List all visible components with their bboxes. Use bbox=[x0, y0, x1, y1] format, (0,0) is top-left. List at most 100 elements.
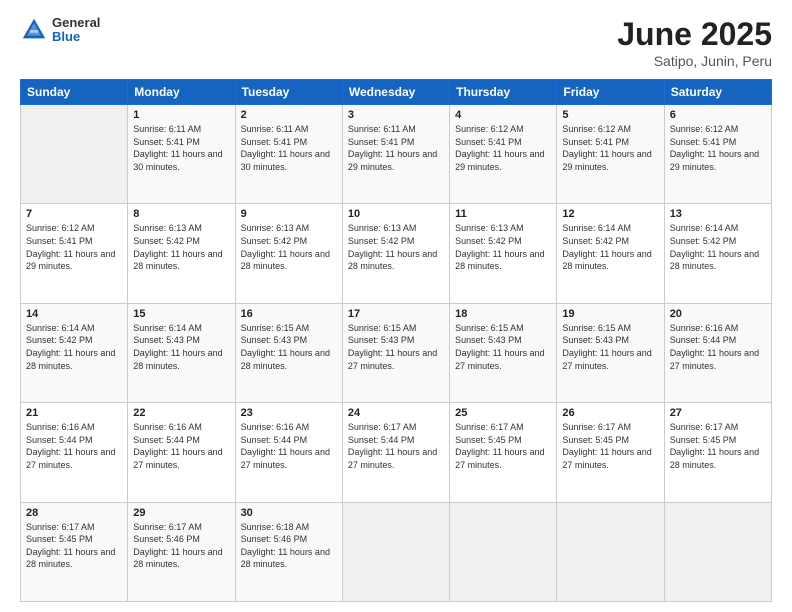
calendar-cell: 3 Sunrise: 6:11 AMSunset: 5:41 PMDayligh… bbox=[342, 105, 449, 204]
calendar-cell bbox=[664, 502, 771, 601]
logo: General Blue bbox=[20, 16, 100, 45]
day-number: 27 bbox=[670, 407, 766, 419]
day-info: Sunrise: 6:15 AMSunset: 5:43 PMDaylight:… bbox=[241, 322, 337, 372]
calendar-cell: 1 Sunrise: 6:11 AMSunset: 5:41 PMDayligh… bbox=[128, 105, 235, 204]
calendar-cell: 23 Sunrise: 6:16 AMSunset: 5:44 PMDaylig… bbox=[235, 403, 342, 502]
day-info: Sunrise: 6:17 AMSunset: 5:45 PMDaylight:… bbox=[562, 421, 658, 471]
calendar-cell: 10 Sunrise: 6:13 AMSunset: 5:42 PMDaylig… bbox=[342, 204, 449, 303]
day-info: Sunrise: 6:16 AMSunset: 5:44 PMDaylight:… bbox=[241, 421, 337, 471]
day-info: Sunrise: 6:13 AMSunset: 5:42 PMDaylight:… bbox=[455, 222, 551, 272]
calendar-cell: 30 Sunrise: 6:18 AMSunset: 5:46 PMDaylig… bbox=[235, 502, 342, 601]
day-number: 12 bbox=[562, 208, 658, 220]
calendar-cell bbox=[342, 502, 449, 601]
day-info: Sunrise: 6:17 AMSunset: 5:45 PMDaylight:… bbox=[26, 521, 122, 571]
calendar-cell: 18 Sunrise: 6:15 AMSunset: 5:43 PMDaylig… bbox=[450, 303, 557, 402]
calendar-cell: 5 Sunrise: 6:12 AMSunset: 5:41 PMDayligh… bbox=[557, 105, 664, 204]
day-number: 14 bbox=[26, 308, 122, 320]
header-wednesday: Wednesday bbox=[342, 80, 449, 105]
day-info: Sunrise: 6:17 AMSunset: 5:44 PMDaylight:… bbox=[348, 421, 444, 471]
calendar-cell: 2 Sunrise: 6:11 AMSunset: 5:41 PMDayligh… bbox=[235, 105, 342, 204]
calendar-row: 1 Sunrise: 6:11 AMSunset: 5:41 PMDayligh… bbox=[21, 105, 772, 204]
day-number: 26 bbox=[562, 407, 658, 419]
day-number: 4 bbox=[455, 109, 551, 121]
day-info: Sunrise: 6:15 AMSunset: 5:43 PMDaylight:… bbox=[562, 322, 658, 372]
day-info: Sunrise: 6:13 AMSunset: 5:42 PMDaylight:… bbox=[133, 222, 229, 272]
calendar-cell: 11 Sunrise: 6:13 AMSunset: 5:42 PMDaylig… bbox=[450, 204, 557, 303]
weekday-header-row: Sunday Monday Tuesday Wednesday Thursday… bbox=[21, 80, 772, 105]
calendar-row: 14 Sunrise: 6:14 AMSunset: 5:42 PMDaylig… bbox=[21, 303, 772, 402]
calendar-cell: 28 Sunrise: 6:17 AMSunset: 5:45 PMDaylig… bbox=[21, 502, 128, 601]
calendar-cell: 9 Sunrise: 6:13 AMSunset: 5:42 PMDayligh… bbox=[235, 204, 342, 303]
day-number: 15 bbox=[133, 308, 229, 320]
calendar-cell: 4 Sunrise: 6:12 AMSunset: 5:41 PMDayligh… bbox=[450, 105, 557, 204]
day-number: 18 bbox=[455, 308, 551, 320]
day-info: Sunrise: 6:17 AMSunset: 5:46 PMDaylight:… bbox=[133, 521, 229, 571]
calendar-table: Sunday Monday Tuesday Wednesday Thursday… bbox=[20, 79, 772, 602]
day-number: 9 bbox=[241, 208, 337, 220]
day-number: 22 bbox=[133, 407, 229, 419]
calendar-title: June 2025 bbox=[617, 16, 772, 53]
day-number: 10 bbox=[348, 208, 444, 220]
day-info: Sunrise: 6:14 AMSunset: 5:42 PMDaylight:… bbox=[26, 322, 122, 372]
day-info: Sunrise: 6:12 AMSunset: 5:41 PMDaylight:… bbox=[26, 222, 122, 272]
day-info: Sunrise: 6:14 AMSunset: 5:43 PMDaylight:… bbox=[133, 322, 229, 372]
calendar-cell: 26 Sunrise: 6:17 AMSunset: 5:45 PMDaylig… bbox=[557, 403, 664, 502]
day-info: Sunrise: 6:12 AMSunset: 5:41 PMDaylight:… bbox=[562, 123, 658, 173]
calendar-cell: 24 Sunrise: 6:17 AMSunset: 5:44 PMDaylig… bbox=[342, 403, 449, 502]
header: General Blue June 2025 Satipo, Junin, Pe… bbox=[20, 16, 772, 69]
day-number: 7 bbox=[26, 208, 122, 220]
logo-icon bbox=[20, 16, 48, 44]
day-number: 23 bbox=[241, 407, 337, 419]
day-number: 30 bbox=[241, 507, 337, 519]
logo-blue: Blue bbox=[52, 30, 100, 44]
day-number: 19 bbox=[562, 308, 658, 320]
day-number: 20 bbox=[670, 308, 766, 320]
day-number: 25 bbox=[455, 407, 551, 419]
header-friday: Friday bbox=[557, 80, 664, 105]
day-info: Sunrise: 6:16 AMSunset: 5:44 PMDaylight:… bbox=[670, 322, 766, 372]
calendar-row: 21 Sunrise: 6:16 AMSunset: 5:44 PMDaylig… bbox=[21, 403, 772, 502]
day-info: Sunrise: 6:15 AMSunset: 5:43 PMDaylight:… bbox=[348, 322, 444, 372]
calendar-cell: 12 Sunrise: 6:14 AMSunset: 5:42 PMDaylig… bbox=[557, 204, 664, 303]
day-number: 13 bbox=[670, 208, 766, 220]
day-info: Sunrise: 6:12 AMSunset: 5:41 PMDaylight:… bbox=[670, 123, 766, 173]
calendar-cell: 21 Sunrise: 6:16 AMSunset: 5:44 PMDaylig… bbox=[21, 403, 128, 502]
day-info: Sunrise: 6:11 AMSunset: 5:41 PMDaylight:… bbox=[133, 123, 229, 173]
calendar-cell bbox=[557, 502, 664, 601]
header-monday: Monday bbox=[128, 80, 235, 105]
calendar-cell: 8 Sunrise: 6:13 AMSunset: 5:42 PMDayligh… bbox=[128, 204, 235, 303]
day-number: 8 bbox=[133, 208, 229, 220]
day-number: 16 bbox=[241, 308, 337, 320]
day-info: Sunrise: 6:14 AMSunset: 5:42 PMDaylight:… bbox=[562, 222, 658, 272]
logo-text: General Blue bbox=[52, 16, 100, 45]
calendar-cell: 7 Sunrise: 6:12 AMSunset: 5:41 PMDayligh… bbox=[21, 204, 128, 303]
calendar-cell: 29 Sunrise: 6:17 AMSunset: 5:46 PMDaylig… bbox=[128, 502, 235, 601]
calendar-cell bbox=[21, 105, 128, 204]
calendar-cell: 20 Sunrise: 6:16 AMSunset: 5:44 PMDaylig… bbox=[664, 303, 771, 402]
calendar-row: 28 Sunrise: 6:17 AMSunset: 5:45 PMDaylig… bbox=[21, 502, 772, 601]
day-info: Sunrise: 6:13 AMSunset: 5:42 PMDaylight:… bbox=[348, 222, 444, 272]
calendar-row: 7 Sunrise: 6:12 AMSunset: 5:41 PMDayligh… bbox=[21, 204, 772, 303]
calendar-cell: 17 Sunrise: 6:15 AMSunset: 5:43 PMDaylig… bbox=[342, 303, 449, 402]
day-number: 2 bbox=[241, 109, 337, 121]
day-number: 17 bbox=[348, 308, 444, 320]
calendar-cell: 14 Sunrise: 6:14 AMSunset: 5:42 PMDaylig… bbox=[21, 303, 128, 402]
calendar-subtitle: Satipo, Junin, Peru bbox=[617, 53, 772, 69]
day-info: Sunrise: 6:14 AMSunset: 5:42 PMDaylight:… bbox=[670, 222, 766, 272]
day-number: 29 bbox=[133, 507, 229, 519]
calendar-cell: 16 Sunrise: 6:15 AMSunset: 5:43 PMDaylig… bbox=[235, 303, 342, 402]
calendar-page: General Blue June 2025 Satipo, Junin, Pe… bbox=[0, 0, 792, 612]
calendar-cell bbox=[450, 502, 557, 601]
header-thursday: Thursday bbox=[450, 80, 557, 105]
day-number: 3 bbox=[348, 109, 444, 121]
logo-general: General bbox=[52, 16, 100, 30]
day-info: Sunrise: 6:17 AMSunset: 5:45 PMDaylight:… bbox=[670, 421, 766, 471]
day-info: Sunrise: 6:13 AMSunset: 5:42 PMDaylight:… bbox=[241, 222, 337, 272]
day-info: Sunrise: 6:18 AMSunset: 5:46 PMDaylight:… bbox=[241, 521, 337, 571]
day-number: 11 bbox=[455, 208, 551, 220]
day-info: Sunrise: 6:16 AMSunset: 5:44 PMDaylight:… bbox=[26, 421, 122, 471]
calendar-cell: 25 Sunrise: 6:17 AMSunset: 5:45 PMDaylig… bbox=[450, 403, 557, 502]
calendar-cell: 6 Sunrise: 6:12 AMSunset: 5:41 PMDayligh… bbox=[664, 105, 771, 204]
day-number: 1 bbox=[133, 109, 229, 121]
header-tuesday: Tuesday bbox=[235, 80, 342, 105]
